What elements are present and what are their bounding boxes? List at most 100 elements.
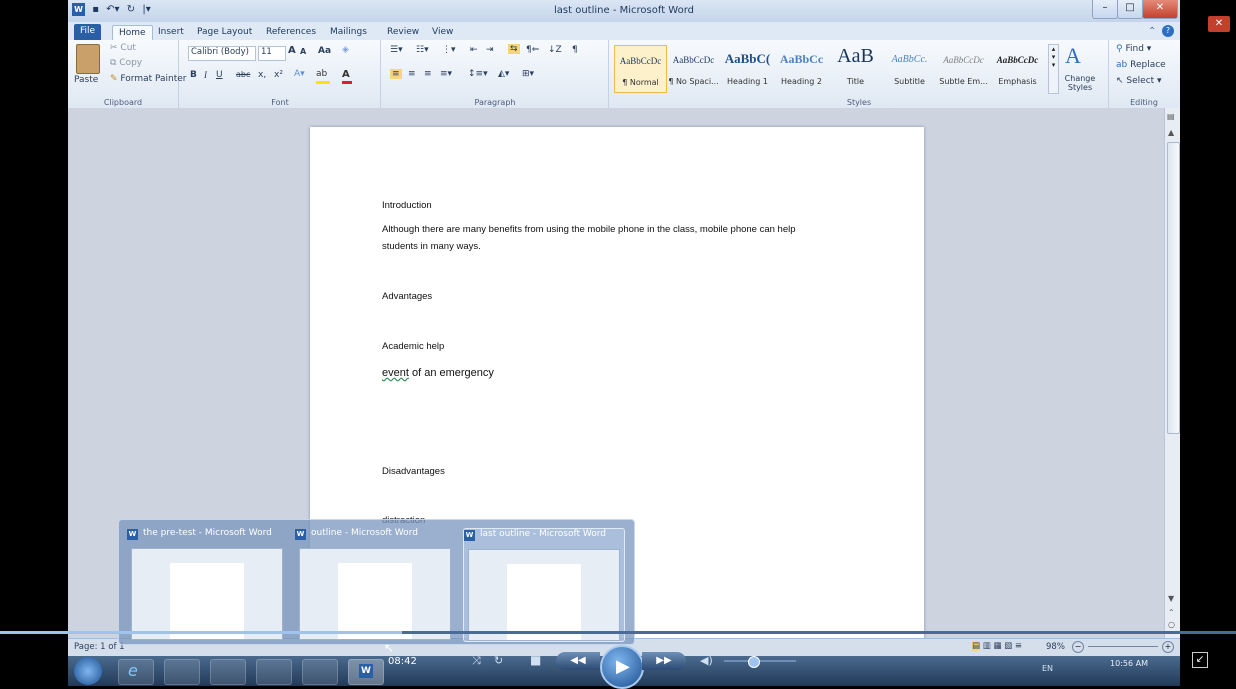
style-subtle-emphasis[interactable]: AaBbCcDc Subtle Em... <box>938 45 989 91</box>
stop-button[interactable]: ■ <box>530 653 541 667</box>
volume-knob[interactable] <box>748 656 760 668</box>
tab-references[interactable]: References <box>260 25 322 40</box>
volume-slider[interactable] <box>724 660 796 662</box>
style-subtitle[interactable]: AaBbCc. Subtitle <box>884 45 935 91</box>
change-case-button[interactable]: Aa <box>318 46 331 56</box>
view-buttons[interactable]: ▤ ▥ ▦ ▧ ≡ <box>972 641 1022 651</box>
superscript-button[interactable]: x² <box>274 70 283 80</box>
browse-object-icon[interactable]: ○ <box>1168 620 1175 629</box>
media-player-icon[interactable] <box>210 659 246 685</box>
tab-file[interactable]: File <box>74 24 102 40</box>
format-painter-button[interactable]: ✎ Format Painter <box>110 74 187 84</box>
help-icon[interactable]: ? <box>1162 25 1174 37</box>
volume-icon[interactable]: ◀) <box>700 654 713 667</box>
close-button[interactable]: ✕ <box>1142 0 1178 19</box>
zoom-level[interactable]: 98% <box>1046 642 1065 652</box>
player-close-button[interactable]: ✕ <box>1208 16 1230 32</box>
decrease-indent-icon[interactable]: ⇤ <box>470 45 478 55</box>
play-button[interactable]: ▶ <box>600 645 644 689</box>
vertical-scrollbar[interactable]: ▤ ▲ ▼ ⌃ ○ <box>1164 108 1180 638</box>
text-effects-icon[interactable]: A▾ <box>294 69 305 79</box>
select-button[interactable]: ↖ Select ▾ <box>1116 76 1162 86</box>
multilevel-list-icon[interactable]: ⋮▾ <box>442 45 456 55</box>
font-color-icon[interactable]: A <box>342 69 352 84</box>
exit-fullscreen-icon[interactable]: ↙ <box>1192 652 1208 668</box>
previous-button[interactable]: ◀◀ <box>556 652 600 670</box>
font-size-dropdown[interactable]: 11 <box>258 46 286 61</box>
tab-review[interactable]: Review <box>381 25 425 40</box>
styles-scroll[interactable]: ▴ ▾ ▾ <box>1048 44 1059 94</box>
underline-button[interactable]: U <box>216 70 223 80</box>
align-left-icon[interactable]: ≡ <box>390 69 402 79</box>
replace-button[interactable]: ab Replace <box>1116 60 1166 70</box>
align-center-icon[interactable]: ≡ <box>408 69 416 79</box>
style-no-spacing[interactable]: AaBbCcDc ¶ No Spaci... <box>668 45 719 91</box>
style-heading-1[interactable]: AaBbC( Heading 1 <box>722 45 773 91</box>
thumbnail-last-outline[interactable]: W last outline - Microsoft Word <box>463 528 625 642</box>
page-count[interactable]: Page: 1 of 1 <box>74 642 125 652</box>
highlight-icon[interactable]: ab <box>316 69 330 84</box>
paste-button[interactable]: Paste <box>74 75 98 85</box>
find-button[interactable]: ⚲ Find ▾ <box>1116 44 1151 54</box>
chrome-icon[interactable] <box>256 659 292 685</box>
justify-icon[interactable]: ≡▾ <box>440 69 452 79</box>
presentation-icon[interactable] <box>302 659 338 685</box>
grow-font-button[interactable]: A <box>288 45 296 56</box>
rtl-icon[interactable]: ¶⇐ <box>526 45 539 55</box>
italic-button[interactable]: I <box>204 70 207 80</box>
zoom-out-icon[interactable]: − <box>1072 641 1084 653</box>
ruler-toggle-icon[interactable]: ▤ <box>1167 112 1175 121</box>
clear-formatting-icon[interactable]: ◈ <box>342 45 349 55</box>
change-styles-button[interactable]: Change Styles <box>1060 74 1100 92</box>
ie-icon[interactable]: e <box>118 659 154 685</box>
shading-icon[interactable]: ◭▾ <box>498 69 509 79</box>
font-name-dropdown[interactable]: Calibri (Body) <box>188 46 256 61</box>
repeat-icon[interactable]: ↻ <box>494 654 503 667</box>
tab-page-layout[interactable]: Page Layout <box>191 25 258 40</box>
print-layout-icon[interactable]: ▤ <box>972 641 981 651</box>
bullets-icon[interactable]: ☰▾ <box>390 45 403 55</box>
next-button[interactable]: ▶▶ <box>642 652 686 670</box>
tab-insert[interactable]: Insert <box>152 25 190 40</box>
change-styles-icon[interactable]: A <box>1065 43 1081 69</box>
maximize-button[interactable]: □ <box>1117 0 1143 19</box>
tab-view[interactable]: View <box>426 25 459 40</box>
align-right-icon[interactable]: ≡ <box>424 69 432 79</box>
zoom-slider[interactable] <box>1088 646 1158 647</box>
sort-icon[interactable]: ↓Z <box>548 45 562 55</box>
style-emphasis[interactable]: AaBbCcDc Emphasis <box>992 45 1043 91</box>
style-normal[interactable]: AaBbCcDc ¶ Normal <box>614 45 667 93</box>
scroll-up-icon[interactable]: ▲ <box>1168 128 1174 137</box>
style-title[interactable]: AaB Title <box>830 45 881 91</box>
increase-indent-icon[interactable]: ⇥ <box>486 45 494 55</box>
tab-home[interactable]: Home <box>112 25 153 41</box>
start-button[interactable] <box>74 657 102 685</box>
scroll-thumb[interactable] <box>1167 142 1180 434</box>
text-direction-icon[interactable]: ⇆ <box>508 44 520 54</box>
show-formatting-icon[interactable]: ¶ <box>572 45 578 55</box>
explorer-icon[interactable] <box>164 659 200 685</box>
word-taskbar-icon[interactable]: W <box>348 659 384 685</box>
shuffle-icon[interactable]: ⤨ <box>472 654 481 668</box>
bold-button[interactable]: B <box>190 70 197 80</box>
numbering-icon[interactable]: ☷▾ <box>416 45 429 55</box>
scroll-down-icon[interactable]: ▼ <box>1168 594 1174 603</box>
thumbnail-outline[interactable]: W outline - Microsoft Word <box>295 528 455 640</box>
borders-icon[interactable]: ⊞▾ <box>522 69 534 79</box>
style-heading-2[interactable]: AaBbCc Heading 2 <box>776 45 827 91</box>
zoom-in-icon[interactable]: + <box>1162 641 1174 653</box>
clock[interactable]: 10:56 AM <box>1110 659 1148 668</box>
paste-icon[interactable] <box>76 44 100 74</box>
tab-mailings[interactable]: Mailings <box>324 25 373 40</box>
shrink-font-button[interactable]: A <box>300 47 306 56</box>
minimize-button[interactable]: – <box>1092 0 1118 19</box>
thumbnail-pre-test[interactable]: W the pre-test - Microsoft Word <box>127 528 287 640</box>
minimize-ribbon-icon[interactable]: ⌃ <box>1148 26 1156 37</box>
strikethrough-button[interactable]: abc <box>236 70 250 79</box>
subscript-button[interactable]: x, <box>258 70 266 80</box>
cut-button[interactable]: ✂ Cut <box>110 43 136 53</box>
copy-button[interactable]: ⧉ Copy <box>110 58 142 68</box>
line-spacing-icon[interactable]: ↕≡▾ <box>468 69 488 79</box>
language-indicator[interactable]: EN <box>1042 664 1053 673</box>
prev-page-icon[interactable]: ⌃ <box>1168 608 1175 617</box>
